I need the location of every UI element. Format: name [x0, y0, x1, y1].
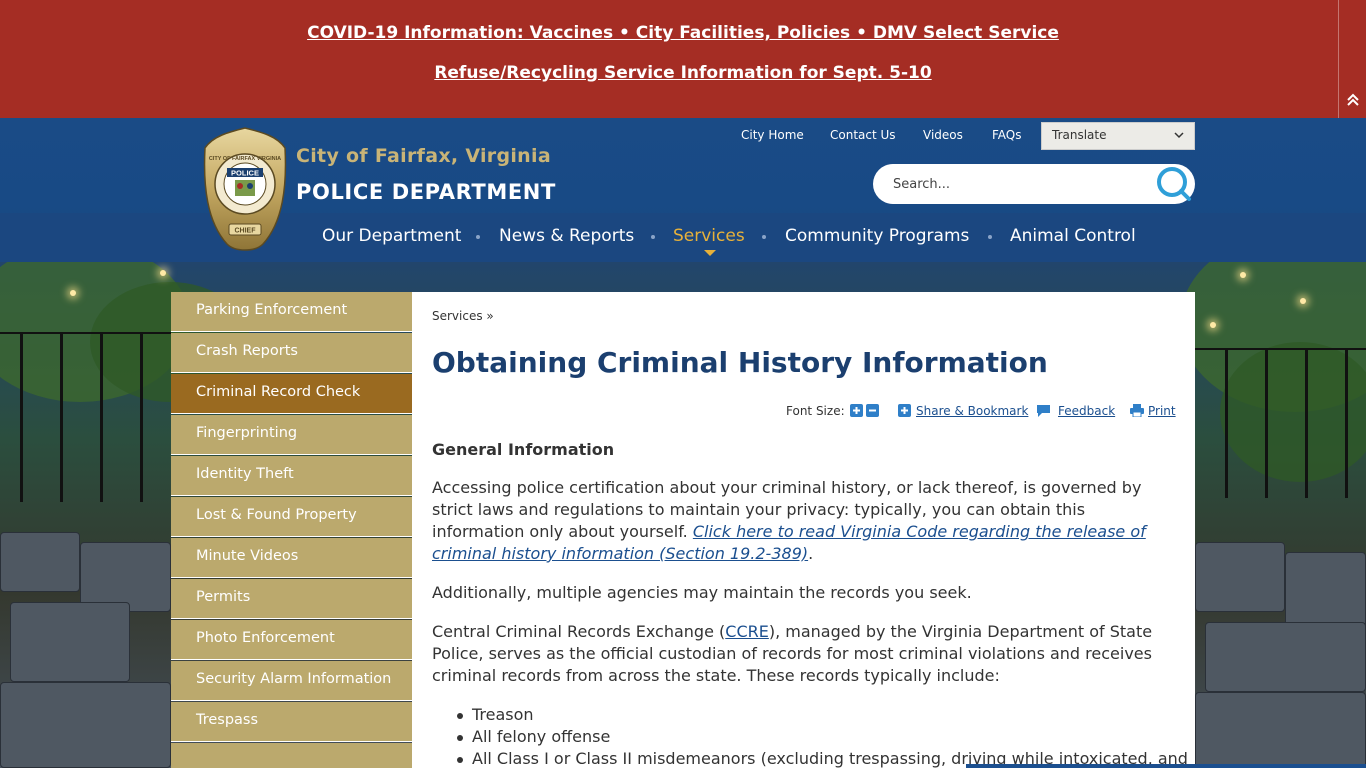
alert-banner: COVID-19 Information: Vaccines • City Fa… [0, 0, 1366, 118]
sidebar-item-parking-enforcement[interactable]: Parking Enforcement [171, 292, 412, 332]
alert-link-covid[interactable]: COVID-19 Information: Vaccines • City Fa… [0, 23, 1366, 43]
nav-news-reports[interactable]: News & Reports [499, 226, 634, 246]
sidebar-item-fingerprinting[interactable]: Fingerprinting [171, 415, 412, 455]
page-title: Obtaining Criminal History Information [432, 346, 1048, 379]
sidebar-item-photo-enforcement[interactable]: Photo Enforcement [171, 620, 412, 660]
breadcrumb[interactable]: Services » [432, 309, 494, 323]
badge-ring-text: CITY OF FAIRFAX VIRGINIA [209, 156, 281, 162]
print-link[interactable]: Print [1148, 404, 1176, 418]
sidebar-item-minute-videos[interactable]: Minute Videos [171, 538, 412, 578]
ccre-link[interactable]: CCRE [725, 622, 769, 641]
nav-services[interactable]: Services [673, 226, 745, 246]
sidebar-item-trespass[interactable]: Trespass [171, 702, 412, 742]
city-name[interactable]: City of Fairfax, Virginia [296, 145, 551, 167]
font-increase-icon[interactable] [850, 404, 863, 417]
paragraph-access: Accessing police certification about you… [432, 477, 1180, 565]
util-link-city-home[interactable]: City Home [741, 128, 804, 142]
paragraph-ccre-start: Central Criminal Records Exchange ( [432, 622, 726, 641]
list-item: All felony offense [456, 727, 611, 746]
nav-community-programs[interactable]: Community Programs [785, 226, 969, 246]
sidebar-item-lost-found-property[interactable]: Lost & Found Property [171, 497, 412, 537]
bottom-bar [966, 764, 1366, 768]
nav-separator [762, 235, 766, 239]
font-size-label: Font Size: [786, 404, 845, 418]
chevron-down-icon [1174, 132, 1184, 139]
list-item: Treason [457, 705, 534, 724]
feedback-link[interactable]: Feedback [1058, 404, 1115, 418]
section-heading: General Information [432, 440, 615, 459]
share-bookmark-link[interactable]: Share & Bookmark [916, 404, 1028, 418]
alert-collapse-button[interactable] [1338, 0, 1366, 118]
nav-our-department[interactable]: Our Department [322, 226, 461, 246]
sidebar-item-criminal-record-check[interactable]: Criminal Record Check [171, 374, 412, 414]
nav-separator [476, 235, 480, 239]
double-chevron-up-icon [1347, 93, 1359, 106]
paragraph-agencies: Additionally, multiple agencies may main… [432, 583, 972, 602]
search-input[interactable] [893, 174, 1133, 194]
paragraph-access-end: . [808, 544, 814, 563]
util-link-faqs[interactable]: FAQs [992, 128, 1022, 142]
share-plus-icon[interactable] [898, 404, 911, 417]
print-icon[interactable] [1130, 404, 1144, 417]
sidebar-item-permits[interactable]: Permits [171, 579, 412, 619]
alert-link-refuse[interactable]: Refuse/Recycling Service Information for… [0, 63, 1366, 83]
badge-word: POLICE [231, 169, 259, 178]
active-nav-caret [704, 250, 716, 256]
sidebar-item-identity-theft[interactable]: Identity Theft [171, 456, 412, 496]
util-link-videos[interactable]: Videos [923, 128, 963, 142]
search-icon[interactable] [1154, 164, 1192, 202]
util-link-contact-us[interactable]: Contact Us [830, 128, 896, 142]
translate-select[interactable]: Translate [1041, 122, 1195, 150]
translate-label: Translate [1052, 128, 1107, 142]
nav-separator [988, 235, 992, 239]
sidebar-item-crash-reports[interactable]: Crash Reports [171, 333, 412, 373]
badge-chief-text: CHIEF [235, 228, 257, 235]
feedback-bubble-icon[interactable] [1036, 404, 1051, 418]
nav-animal-control[interactable]: Animal Control [1010, 226, 1136, 246]
sidebar-item-partial [171, 743, 412, 768]
police-badge-logo[interactable]: POLICE CITY OF FAIRFAX VIRGINIA CHIEF [203, 126, 287, 254]
nav-separator [651, 235, 655, 239]
sidebar-item-security-alarm[interactable]: Security Alarm Information [171, 661, 412, 701]
department-name[interactable]: POLICE DEPARTMENT [296, 180, 556, 204]
paragraph-ccre: Central Criminal Records Exchange (CCRE)… [432, 621, 1180, 687]
font-decrease-icon[interactable] [866, 404, 879, 417]
search-box [873, 164, 1195, 204]
